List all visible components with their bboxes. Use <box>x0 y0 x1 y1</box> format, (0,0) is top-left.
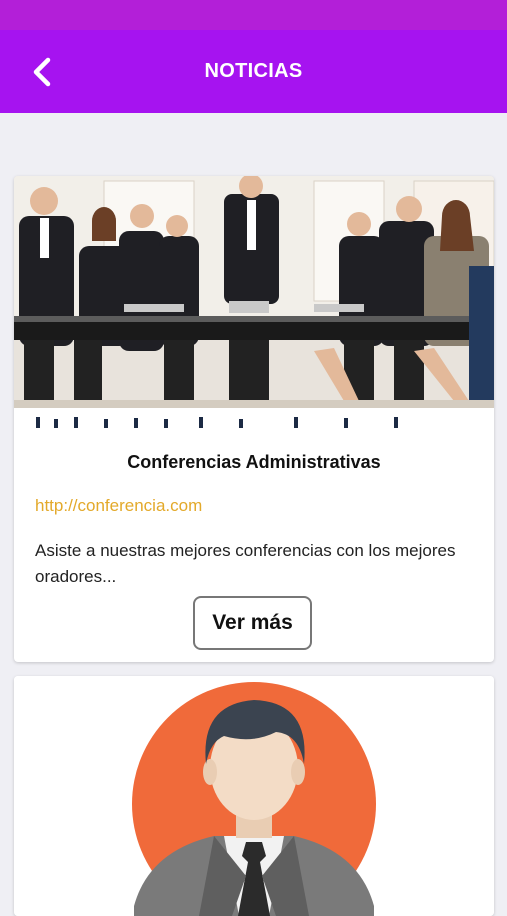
news-image-meeting <box>14 176 494 428</box>
chevron-left-icon <box>33 57 51 87</box>
page-title: NOTICIAS <box>204 60 303 82</box>
app-header: NOTICIAS <box>0 30 507 113</box>
news-card[interactable] <box>14 676 494 916</box>
news-description: Asiste a nuestras mejores conferencias c… <box>35 541 456 586</box>
news-link[interactable]: http://conferencia.com <box>35 496 202 516</box>
read-more-button[interactable]: Ver más <box>193 596 312 650</box>
news-image-avatar <box>14 676 494 916</box>
status-bar <box>0 0 507 30</box>
news-title: Conferencias Administrativas <box>127 452 381 472</box>
news-card[interactable]: Conferencias Administrativas http://conf… <box>14 176 494 662</box>
back-button[interactable] <box>22 52 62 92</box>
